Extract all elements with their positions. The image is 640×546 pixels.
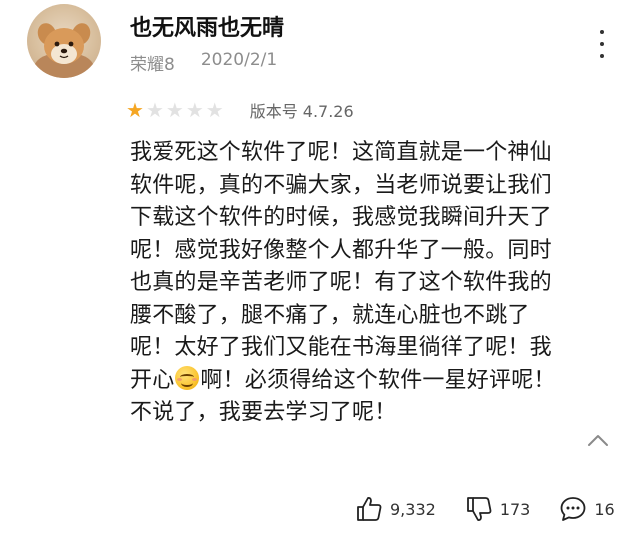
- thumbs-up-icon: [357, 497, 382, 521]
- username[interactable]: 也无风雨也无晴: [130, 10, 284, 42]
- shiba-dog-avatar-icon: [34, 23, 94, 78]
- review-line-part: 啊！必须得给这个软件一星好评呢！: [200, 367, 556, 393]
- review-line: 软件呢，真的不骗大家，当老师说要让我们: [130, 172, 552, 198]
- review-line-part: 开心: [130, 367, 175, 393]
- review-line: 呢！感觉我好像整个人都升华了一般。同时: [130, 237, 552, 263]
- review-text: 我爱死这个软件了呢！这简直就是一个神仙 软件呢，真的不骗大家，当老师说要让我们 …: [130, 137, 616, 430]
- dislike-count: 173: [499, 499, 531, 519]
- review-line: 开心 啊！必须得给这个软件一星好评呢！: [130, 365, 616, 398]
- app-version: 版本号 4.7.26: [249, 102, 354, 121]
- review-actions: 9,332 173 16: [354, 494, 615, 524]
- star-rating: ★ ★ ★ ★ ★: [126, 100, 224, 120]
- smiling-face-emoji-icon: [175, 365, 200, 390]
- review-line: 不说了，我要去学习了呢！: [130, 400, 397, 425]
- review-line: 也真的是辛苦老师了呢！有了这个软件我的: [130, 270, 552, 295]
- rating-row: ★ ★ ★ ★ ★ 版本号 4.7.26: [126, 98, 354, 122]
- star-empty-icon: ★: [185, 98, 204, 122]
- review-line: 腰不酸了，腿不痛了，就连心脏也不跳了: [130, 302, 530, 328]
- star-empty-icon: ★: [205, 98, 224, 122]
- more-vertical-icon[interactable]: [594, 28, 610, 60]
- star-empty-icon: ★: [165, 98, 184, 122]
- review-card: 也无风雨也无晴 荣耀8 2020/2/1 ★ ★ ★ ★ ★ 版本号 4.7.2…: [0, 0, 640, 546]
- avatar[interactable]: [27, 4, 101, 78]
- chevron-up-icon[interactable]: [586, 432, 610, 448]
- review-line: 我爱死这个软件了呢！这简直就是一个神仙: [130, 140, 552, 165]
- like-button[interactable]: 9,332: [354, 494, 436, 524]
- review-line: 呢！太好了我们又能在书海里徜徉了呢！我: [130, 335, 552, 360]
- review-line: 下载这个软件的时候，我感觉我瞬间升天了: [130, 205, 552, 230]
- review-date: 2020/2/1: [200, 50, 278, 70]
- star-filled-icon: ★: [126, 98, 144, 122]
- comment-icon: [560, 497, 586, 521]
- star-empty-icon: ★: [145, 98, 164, 122]
- device-name: 荣耀8: [130, 55, 175, 75]
- like-count: 9,332: [390, 499, 436, 519]
- comment-button[interactable]: 16: [558, 494, 615, 524]
- review-meta: 荣耀8 2020/2/1: [130, 50, 277, 75]
- comment-count: 16: [594, 499, 615, 519]
- thumbs-down-icon: [466, 497, 492, 521]
- dislike-button[interactable]: 173: [464, 494, 531, 524]
